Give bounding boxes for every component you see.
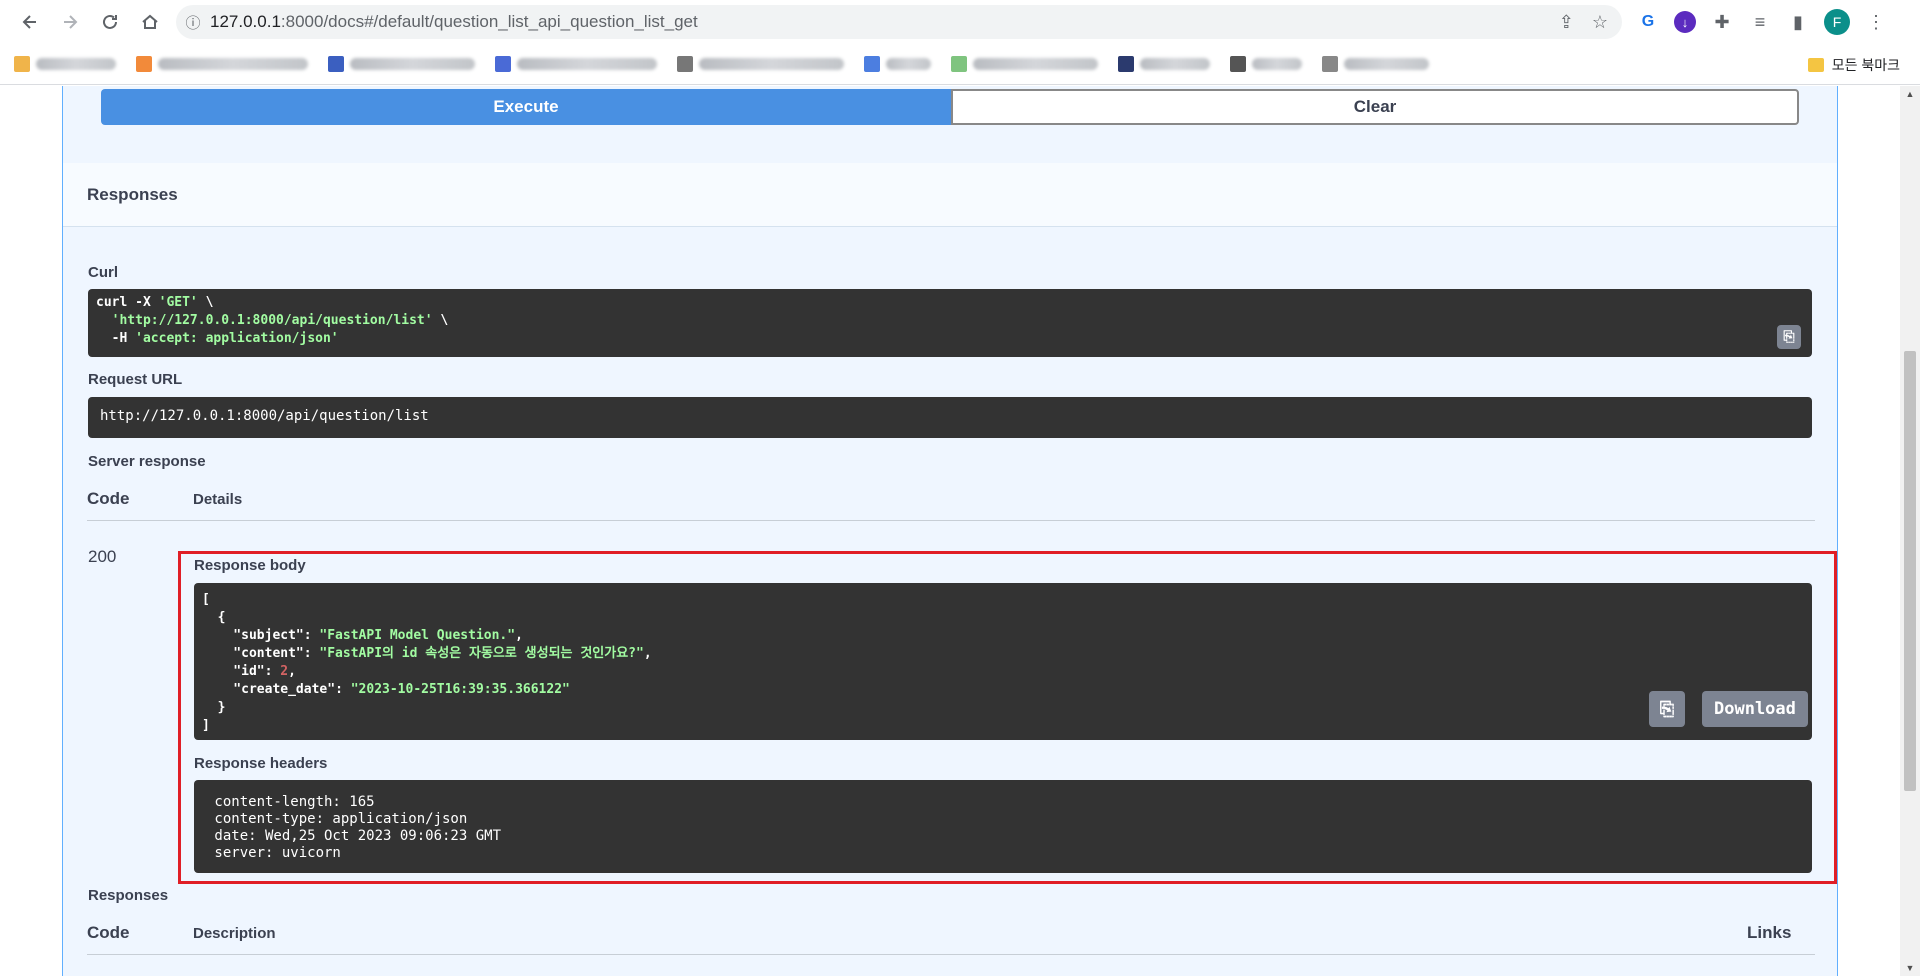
clear-button[interactable]: Clear — [951, 89, 1799, 125]
forward-button[interactable] — [50, 4, 90, 40]
reload-button[interactable] — [90, 4, 130, 40]
home-icon — [142, 14, 158, 29]
reload-icon — [103, 14, 117, 29]
download-extension-icon[interactable]: ↓ — [1674, 11, 1696, 33]
menu-kebab-icon[interactable]: ⋮ — [1864, 10, 1888, 34]
extension-icons: G ↓ ✚ ≡ ▮ F ⋮ — [1636, 4, 1888, 40]
status-code: 200 — [88, 547, 117, 566]
code-column-header: Code — [87, 489, 130, 508]
execute-button[interactable]: Execute — [101, 89, 951, 125]
back-arrow-icon — [22, 15, 36, 29]
home-button[interactable] — [130, 4, 170, 40]
request-url-value: http://127.0.0.1:8000/api/question/list — [100, 408, 429, 424]
bookmark-item[interactable] — [951, 56, 1098, 72]
back-button[interactable] — [10, 4, 50, 40]
scroll-up-icon[interactable]: ▲ — [1900, 86, 1920, 102]
address-bar-actions: ⇪ ☆ — [1559, 5, 1608, 39]
curl-token: \ — [432, 313, 449, 328]
bookmark-star-icon[interactable]: ☆ — [1592, 12, 1608, 33]
reading-list-icon[interactable]: ≡ — [1748, 10, 1772, 34]
url-host: 127.0.0.1 — [210, 12, 281, 31]
curl-token: curl -X — [96, 295, 159, 310]
translate-icon[interactable]: G — [1636, 10, 1660, 34]
curl-token: 'accept: application/json' — [135, 331, 339, 346]
copy-to-clipboard-icon[interactable]: ⎘ — [1777, 325, 1801, 349]
curl-code-block: curl -X 'GET' \ 'http://127.0.0.1:8000/a… — [88, 289, 1812, 357]
details-column-header: Details — [193, 491, 243, 508]
swagger-page: Execute Clear Responses Curl curl -X 'GE… — [0, 86, 1900, 976]
curl-token — [96, 313, 112, 328]
bookmark-item[interactable] — [677, 56, 844, 72]
bookmark-item[interactable] — [1322, 56, 1429, 72]
description-column-header: Description — [193, 925, 276, 942]
page-scrollbar[interactable]: ▲ ▼ — [1900, 86, 1920, 976]
curl-line-3: -H 'accept: application/json' — [96, 330, 1804, 348]
curl-line-1: curl -X 'GET' \ — [96, 294, 1804, 312]
code-column-header: Code — [87, 923, 130, 942]
responses-title: Responses — [87, 184, 178, 204]
bookmark-item[interactable] — [495, 56, 657, 72]
operation-block-get: Execute Clear Responses Curl curl -X 'GE… — [62, 86, 1838, 976]
responses-header: Responses — [63, 163, 1837, 227]
bookmark-item[interactable] — [1118, 56, 1210, 72]
puzzle-extensions-icon[interactable]: ✚ — [1710, 10, 1734, 34]
curl-token: -H — [96, 331, 136, 346]
url-path: :8000/docs#/default/question_list_api_qu… — [280, 12, 698, 31]
curl-line-2: 'http://127.0.0.1:8000/api/question/list… — [96, 312, 1804, 330]
execute-clear-row: Execute Clear — [101, 89, 1799, 125]
curl-token: \ — [197, 295, 214, 310]
links-column-header: Links — [1747, 923, 1792, 942]
all-bookmarks-folder[interactable]: 모든 북마크 — [1807, 44, 1900, 85]
bookmarks-bar: 모든 북마크 — [0, 44, 1920, 85]
address-bar[interactable]: ⓘ 127.0.0.1:8000/docs#/default/question_… — [176, 5, 1622, 39]
bookmark-item[interactable] — [328, 56, 475, 72]
bookmark-item[interactable] — [1230, 56, 1302, 72]
forward-arrow-icon — [64, 15, 78, 29]
address-url[interactable]: 127.0.0.1:8000/docs#/default/question_li… — [210, 12, 698, 32]
curl-token: 'http://127.0.0.1:8000/api/question/list… — [111, 313, 433, 328]
scroll-down-icon[interactable]: ▼ — [1900, 960, 1920, 976]
highlight-annotation-box — [178, 551, 1837, 884]
request-url-label: Request URL — [88, 371, 183, 388]
all-bookmarks-label: 모든 북마크 — [1831, 56, 1900, 73]
bookmark-item[interactable] — [136, 56, 308, 72]
curl-label: Curl — [88, 264, 118, 281]
bookmark-item[interactable] — [14, 56, 116, 72]
server-response-label: Server response — [88, 453, 206, 470]
browser-chrome: ⓘ 127.0.0.1:8000/docs#/default/question_… — [0, 0, 1920, 85]
scrollbar-thumb[interactable] — [1904, 351, 1916, 791]
side-panel-icon[interactable]: ▮ — [1786, 10, 1810, 34]
request-url-box: http://127.0.0.1:8000/api/question/list — [88, 397, 1812, 438]
folder-icon — [1807, 57, 1824, 72]
responses-table-header: Code Description Links — [87, 911, 1815, 955]
curl-token: 'GET' — [158, 295, 198, 310]
server-response-table-header: Code Details — [87, 477, 1815, 521]
site-info-icon[interactable]: ⓘ — [176, 12, 210, 33]
bookmark-item[interactable] — [864, 56, 931, 72]
responses-label: Responses — [88, 887, 169, 904]
share-icon[interactable]: ⇪ — [1559, 12, 1574, 33]
profile-avatar[interactable]: F — [1824, 9, 1850, 35]
